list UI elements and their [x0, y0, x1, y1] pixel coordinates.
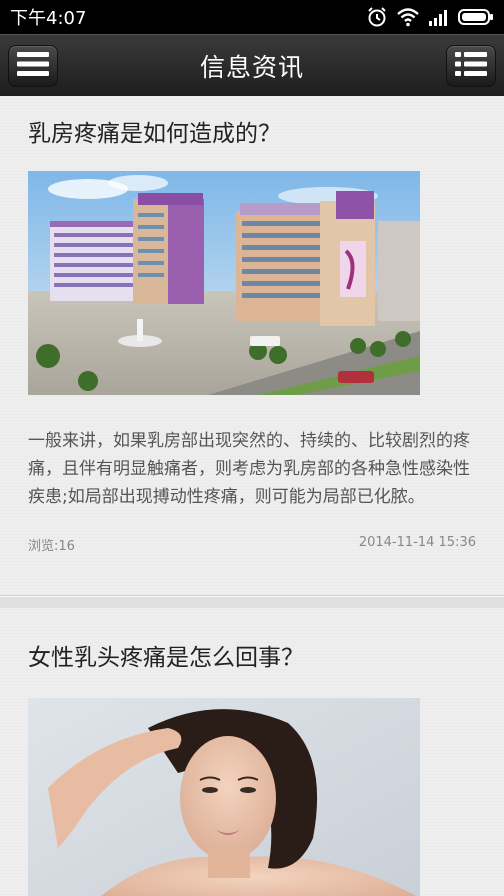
- battery-icon: [458, 8, 494, 26]
- app-header: 信息资讯: [0, 34, 504, 96]
- alarm-icon: [366, 6, 388, 28]
- view-count: 浏览:16: [28, 539, 75, 554]
- article-list: 乳房疼痛是如何造成的？ 一般来讲，如果乳房部出现突然的、持续的、比较剧烈的疼痛，…: [0, 96, 504, 896]
- page-title: 信息资讯: [199, 52, 304, 82]
- menu-button[interactable]: [8, 45, 58, 87]
- article-meta: 浏览:16 2014-11-14 15:36: [28, 535, 476, 554]
- article-title: 乳房疼痛是如何造成的？: [28, 121, 281, 147]
- status-icons: [366, 6, 494, 28]
- menu-icon: [16, 50, 50, 82]
- article-card[interactable]: 乳房疼痛是如何造成的？ 一般来讲，如果乳房部出现突然的、持续的、比较剧烈的疼痛，…: [0, 96, 504, 596]
- status-time: 下午4:07: [10, 8, 87, 29]
- publish-date: 2014-11-14 15:36: [358, 535, 476, 550]
- list-view-button[interactable]: [446, 45, 496, 87]
- wifi-icon: [396, 7, 420, 27]
- article-description: 一般来讲，如果乳房部出现突然的、持续的、比较剧烈的疼痛，且伴有明显触痛者，则考虑…: [28, 431, 470, 507]
- signal-icon: [428, 8, 450, 26]
- card-divider: [0, 596, 504, 608]
- article-card[interactable]: 女性乳头疼痛是怎么回事？: [0, 608, 504, 896]
- article-title: 女性乳头疼痛是怎么回事？: [28, 645, 304, 671]
- woman-portrait-image: [28, 698, 420, 896]
- status-bar: 下午4:07: [0, 0, 504, 34]
- list-icon: [454, 50, 488, 82]
- hospital-building-image: [28, 171, 420, 395]
